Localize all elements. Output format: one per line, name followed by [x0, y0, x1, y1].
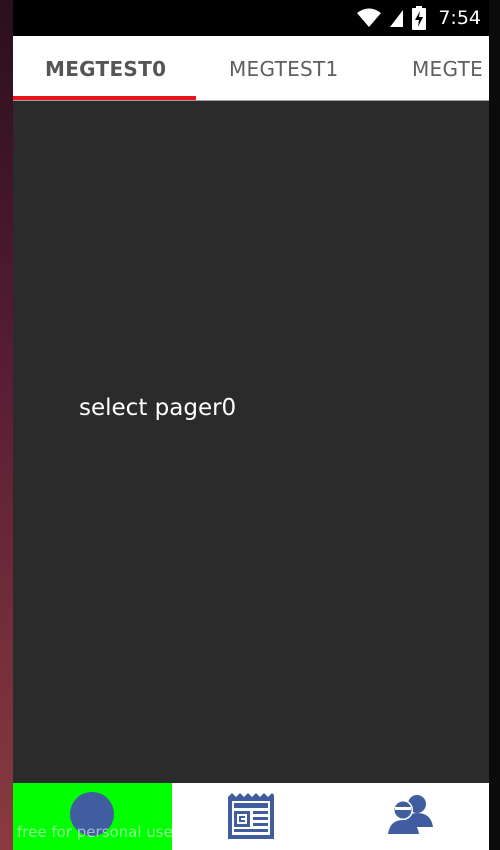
- bottom-navigation: free for personal use: [13, 783, 489, 850]
- wifi-icon: [356, 8, 382, 28]
- tab-megtest2[interactable]: MEGTE: [412, 36, 483, 100]
- desktop-edge-right: [489, 0, 500, 850]
- tab-indicator: [13, 96, 196, 100]
- tab-bar: MEGTEST0 MEGTEST1 MEGTE: [13, 36, 489, 101]
- status-icons: 7:54: [356, 5, 481, 31]
- tab-megtest1[interactable]: MEGTEST1: [229, 36, 339, 100]
- status-bar: 7:54: [13, 0, 489, 36]
- tab-megtest0[interactable]: MEGTEST0: [45, 36, 166, 100]
- watermark-text: free for personal use: [17, 823, 173, 841]
- desktop-edge-left: [0, 0, 13, 850]
- view-pager[interactable]: select pager0: [13, 101, 489, 783]
- signal-icon: [390, 8, 404, 28]
- status-time: 7:54: [438, 7, 481, 29]
- bottom-nav-item-users[interactable]: [331, 783, 489, 850]
- bottom-nav-item-news[interactable]: [172, 783, 331, 850]
- page-label: select pager0: [79, 395, 237, 421]
- bottom-nav-item-home[interactable]: free for personal use: [13, 783, 173, 850]
- users-icon: [387, 793, 435, 839]
- newspaper-icon: [226, 791, 276, 845]
- battery-charging-icon: [412, 6, 427, 30]
